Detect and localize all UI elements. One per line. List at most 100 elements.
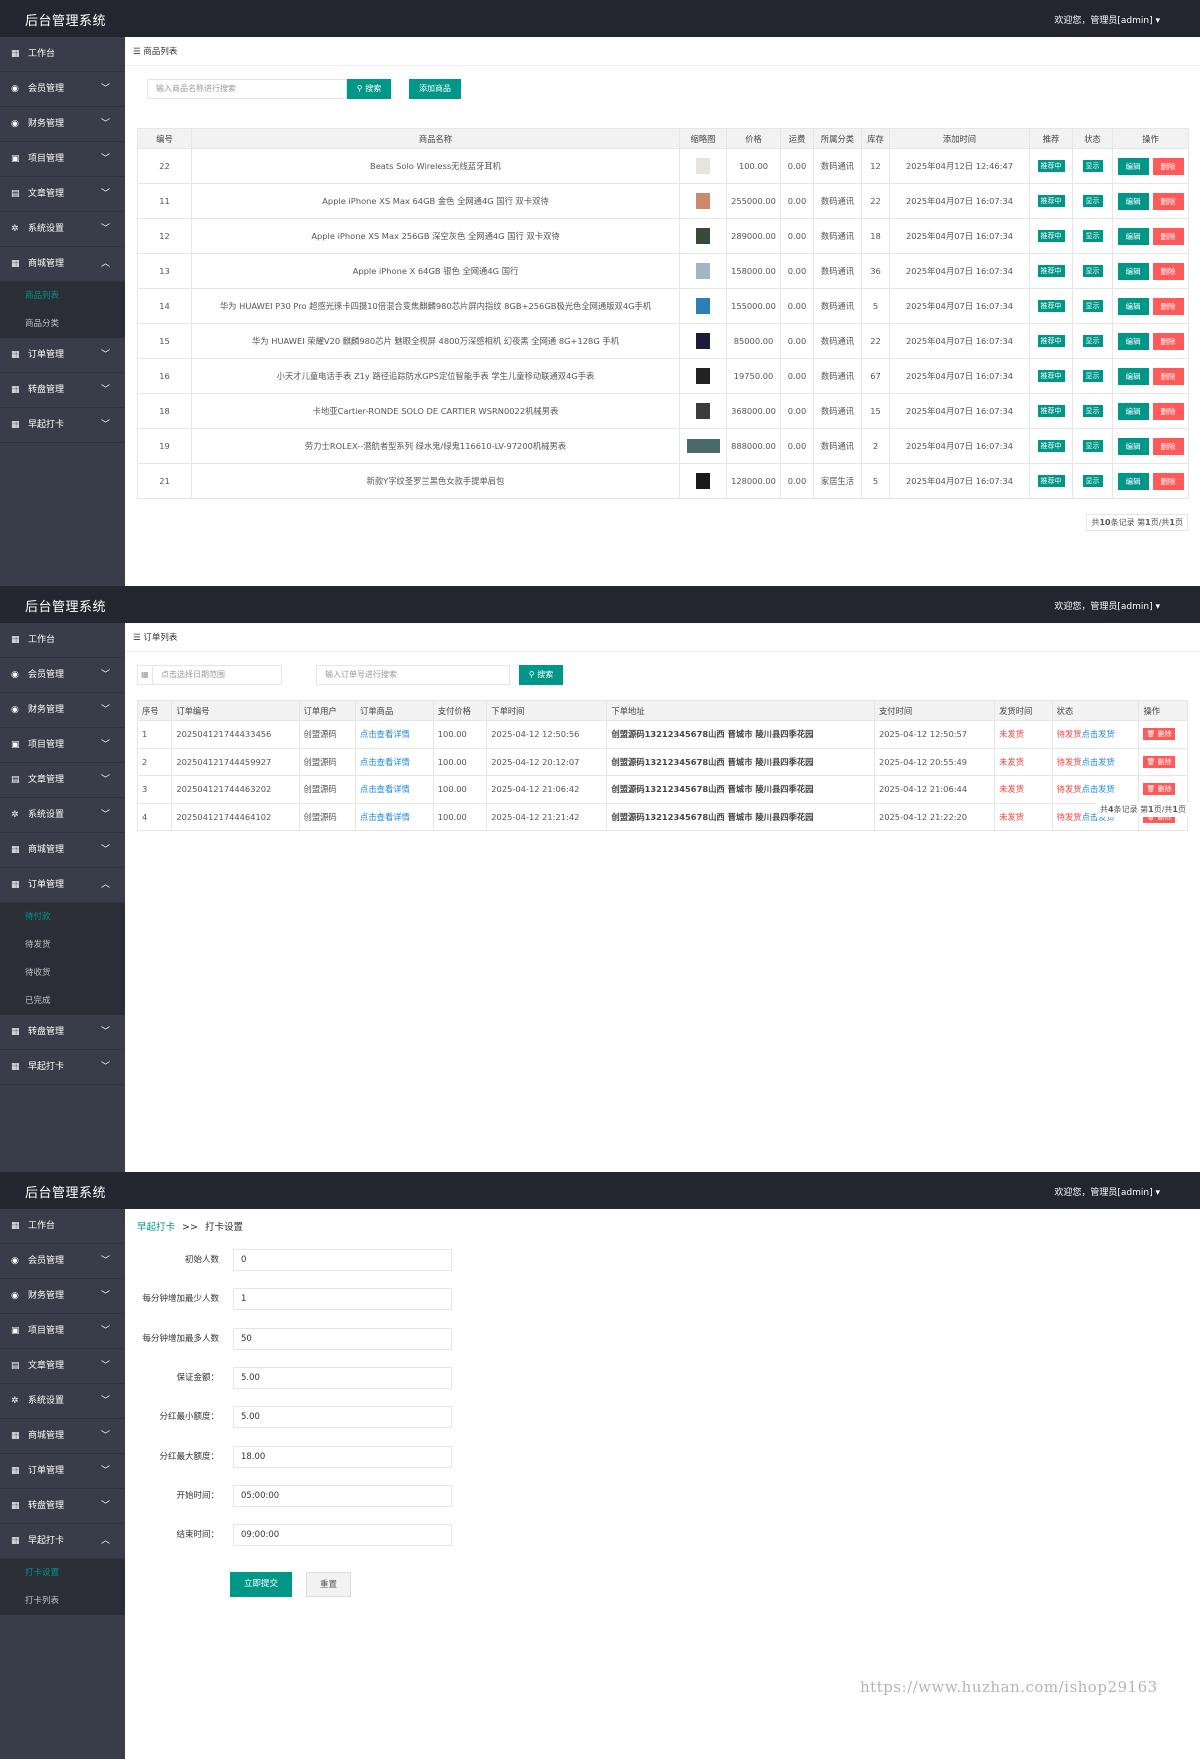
delete-button[interactable]: 删除 xyxy=(1152,192,1184,210)
edit-button[interactable]: 编辑 xyxy=(1117,472,1149,490)
sidebar-item-9[interactable]: ▦ 早起打卡 ﹀ xyxy=(0,408,125,443)
product-search-input[interactable]: 输入商品名称进行搜索 xyxy=(147,79,347,99)
delete-button[interactable]: 🗑 删除 xyxy=(1143,728,1175,741)
sidebar-item-4[interactable]: ▤ 文章管理 ﹀ xyxy=(0,763,125,798)
delete-button[interactable]: 删除 xyxy=(1152,472,1184,490)
sidebar-subitem-1[interactable]: 商品列表 xyxy=(0,282,125,310)
sidebar-item-3[interactable]: ▣ 项目管理 ﹀ xyxy=(0,728,125,763)
sidebar-item-workbench[interactable]: ▦ 工作台 xyxy=(0,623,125,658)
sidebar-subitem-2[interactable]: 打卡列表 xyxy=(0,1587,125,1615)
sidebar-item-1[interactable]: ◉ 会员管理 ﹀ xyxy=(0,1244,125,1279)
recommend-toggle[interactable]: 推荐中 xyxy=(1037,440,1065,452)
status-toggle[interactable]: 显示 xyxy=(1082,265,1103,277)
sidebar-item-5[interactable]: ✲ 系统设置 ﹀ xyxy=(0,1384,125,1419)
delete-button[interactable]: 删除 xyxy=(1152,402,1184,420)
sidebar-subitem-3[interactable]: 待收货 xyxy=(0,959,125,987)
delete-button[interactable]: 删除 xyxy=(1152,262,1184,280)
edit-button[interactable]: 编辑 xyxy=(1117,402,1149,420)
sidebar-item-workbench[interactable]: ▦ 工作台 xyxy=(0,1209,125,1244)
delete-button[interactable]: 删除 xyxy=(1152,227,1184,245)
goods-detail-link[interactable]: 点击查看详情 xyxy=(355,775,434,804)
edit-button[interactable]: 编辑 xyxy=(1117,262,1149,280)
sidebar-item-6[interactable]: ▦ 商城管理 ︿ xyxy=(0,247,125,282)
status-toggle[interactable]: 显示 xyxy=(1082,335,1103,347)
order-search-input[interactable]: 输入订单号进行搜索 xyxy=(316,665,510,685)
sidebar-item-workbench[interactable]: ▦ 工作台 xyxy=(0,37,125,72)
form-input[interactable]: 5.00 xyxy=(233,1406,452,1429)
sidebar-item-7[interactable]: ▦ 订单管理 ﹀ xyxy=(0,1454,125,1489)
sidebar-item-8[interactable]: ▦ 转盘管理 ﹀ xyxy=(0,1015,125,1050)
sidebar-subitem-2[interactable]: 商品分类 xyxy=(0,310,125,338)
sidebar-item-2[interactable]: ◉ 财务管理 ﹀ xyxy=(0,1279,125,1314)
recommend-toggle[interactable]: 推荐中 xyxy=(1037,405,1065,417)
sidebar-item-2[interactable]: ◉ 财务管理 ﹀ xyxy=(0,693,125,728)
submit-button[interactable]: 立即提交 xyxy=(230,1572,292,1597)
edit-button[interactable]: 编辑 xyxy=(1117,192,1149,210)
edit-button[interactable]: 编辑 xyxy=(1117,367,1149,385)
delete-button[interactable]: 删除 xyxy=(1152,297,1184,315)
status-toggle[interactable]: 显示 xyxy=(1082,230,1103,242)
sidebar-item-5[interactable]: ✲ 系统设置 ﹀ xyxy=(0,212,125,247)
form-input[interactable]: 0 xyxy=(233,1249,452,1271)
recommend-toggle[interactable]: 推荐中 xyxy=(1037,230,1065,242)
sidebar-item-8[interactable]: ▦ 转盘管理 ﹀ xyxy=(0,1489,125,1524)
recommend-toggle[interactable]: 推荐中 xyxy=(1037,475,1065,487)
sidebar-item-5[interactable]: ✲ 系统设置 ﹀ xyxy=(0,798,125,833)
sidebar-subitem-2[interactable]: 待发货 xyxy=(0,931,125,959)
delete-button[interactable]: 🗑 删除 xyxy=(1143,755,1175,768)
status-toggle[interactable]: 显示 xyxy=(1082,475,1103,487)
edit-button[interactable]: 编辑 xyxy=(1117,332,1149,350)
delete-button[interactable]: 删除 xyxy=(1152,332,1184,350)
form-input[interactable]: 18.00 xyxy=(233,1445,452,1468)
user-menu[interactable]: 欢迎您，管理员[admin] ▾ xyxy=(1054,599,1160,612)
add-product-button[interactable]: 添加商品 xyxy=(409,79,461,99)
edit-button[interactable]: 编辑 xyxy=(1117,437,1149,455)
sidebar-item-3[interactable]: ▣ 项目管理 ﹀ xyxy=(0,1314,125,1349)
sidebar-item-6[interactable]: ▦ 商城管理 ﹀ xyxy=(0,1419,125,1454)
status-toggle[interactable]: 显示 xyxy=(1082,405,1103,417)
sidebar-item-1[interactable]: ◉ 会员管理 ﹀ xyxy=(0,72,125,107)
recommend-toggle[interactable]: 推荐中 xyxy=(1037,370,1065,382)
sidebar-item-4[interactable]: ▤ 文章管理 ﹀ xyxy=(0,1349,125,1384)
form-input[interactable]: 1 xyxy=(233,1288,452,1311)
sidebar-item-1[interactable]: ◉ 会员管理 ﹀ xyxy=(0,658,125,693)
sidebar-item-6[interactable]: ▦ 商城管理 ﹀ xyxy=(0,833,125,868)
status-toggle[interactable]: 显示 xyxy=(1082,440,1103,452)
reset-button[interactable]: 重置 xyxy=(306,1572,351,1597)
form-input[interactable]: 09:00:00 xyxy=(233,1524,452,1547)
sidebar-item-4[interactable]: ▤ 文章管理 ﹀ xyxy=(0,177,125,212)
search-button[interactable]: ⚲ 搜索 xyxy=(519,665,563,685)
recommend-toggle[interactable]: 推荐中 xyxy=(1037,160,1065,172)
recommend-toggle[interactable]: 推荐中 xyxy=(1037,335,1065,347)
edit-button[interactable]: 编辑 xyxy=(1117,227,1149,245)
form-input[interactable]: 50 xyxy=(233,1327,452,1350)
delete-button[interactable]: 🗑 删除 xyxy=(1143,783,1175,796)
status-toggle[interactable]: 显示 xyxy=(1082,370,1103,382)
sidebar-item-2[interactable]: ◉ 财务管理 ﹀ xyxy=(0,107,125,142)
edit-button[interactable]: 编辑 xyxy=(1117,297,1149,315)
sidebar-item-9[interactable]: ▦ 早起打卡 ︿ xyxy=(0,1524,125,1559)
sidebar-subitem-4[interactable]: 已完成 xyxy=(0,987,125,1015)
user-menu[interactable]: 欢迎您，管理员[admin] ▾ xyxy=(1054,1185,1160,1198)
date-range-input[interactable]: 点击选择日期范围 xyxy=(152,665,282,685)
user-menu[interactable]: 欢迎您，管理员[admin] ▾ xyxy=(1054,13,1160,26)
sidebar-item-9[interactable]: ▦ 早起打卡 ﹀ xyxy=(0,1050,125,1085)
recommend-toggle[interactable]: 推荐中 xyxy=(1037,300,1065,312)
form-input[interactable]: 05:00:00 xyxy=(233,1484,452,1507)
edit-button[interactable]: 编辑 xyxy=(1117,157,1149,175)
breadcrumb-parent[interactable]: 早起打卡 xyxy=(137,1222,175,1233)
form-input[interactable]: 5.00 xyxy=(233,1366,452,1389)
goods-detail-link[interactable]: 点击查看详情 xyxy=(355,720,434,749)
sidebar-item-8[interactable]: ▦ 转盘管理 ﹀ xyxy=(0,373,125,408)
delete-button[interactable]: 删除 xyxy=(1152,157,1184,175)
ship-action-link[interactable]: 点击发货 xyxy=(1082,757,1115,767)
delete-button[interactable]: 删除 xyxy=(1152,437,1184,455)
search-button[interactable]: ⚲ 搜索 xyxy=(347,79,391,99)
sidebar-subitem-1[interactable]: 打卡设置 xyxy=(0,1559,125,1587)
status-toggle[interactable]: 显示 xyxy=(1082,160,1103,172)
ship-action-link[interactable]: 点击发货 xyxy=(1082,784,1115,794)
goods-detail-link[interactable]: 点击查看详情 xyxy=(355,802,434,831)
sidebar-item-7[interactable]: ▦ 订单管理 ︿ xyxy=(0,868,125,903)
delete-button[interactable]: 删除 xyxy=(1152,367,1184,385)
sidebar-item-3[interactable]: ▣ 项目管理 ﹀ xyxy=(0,142,125,177)
